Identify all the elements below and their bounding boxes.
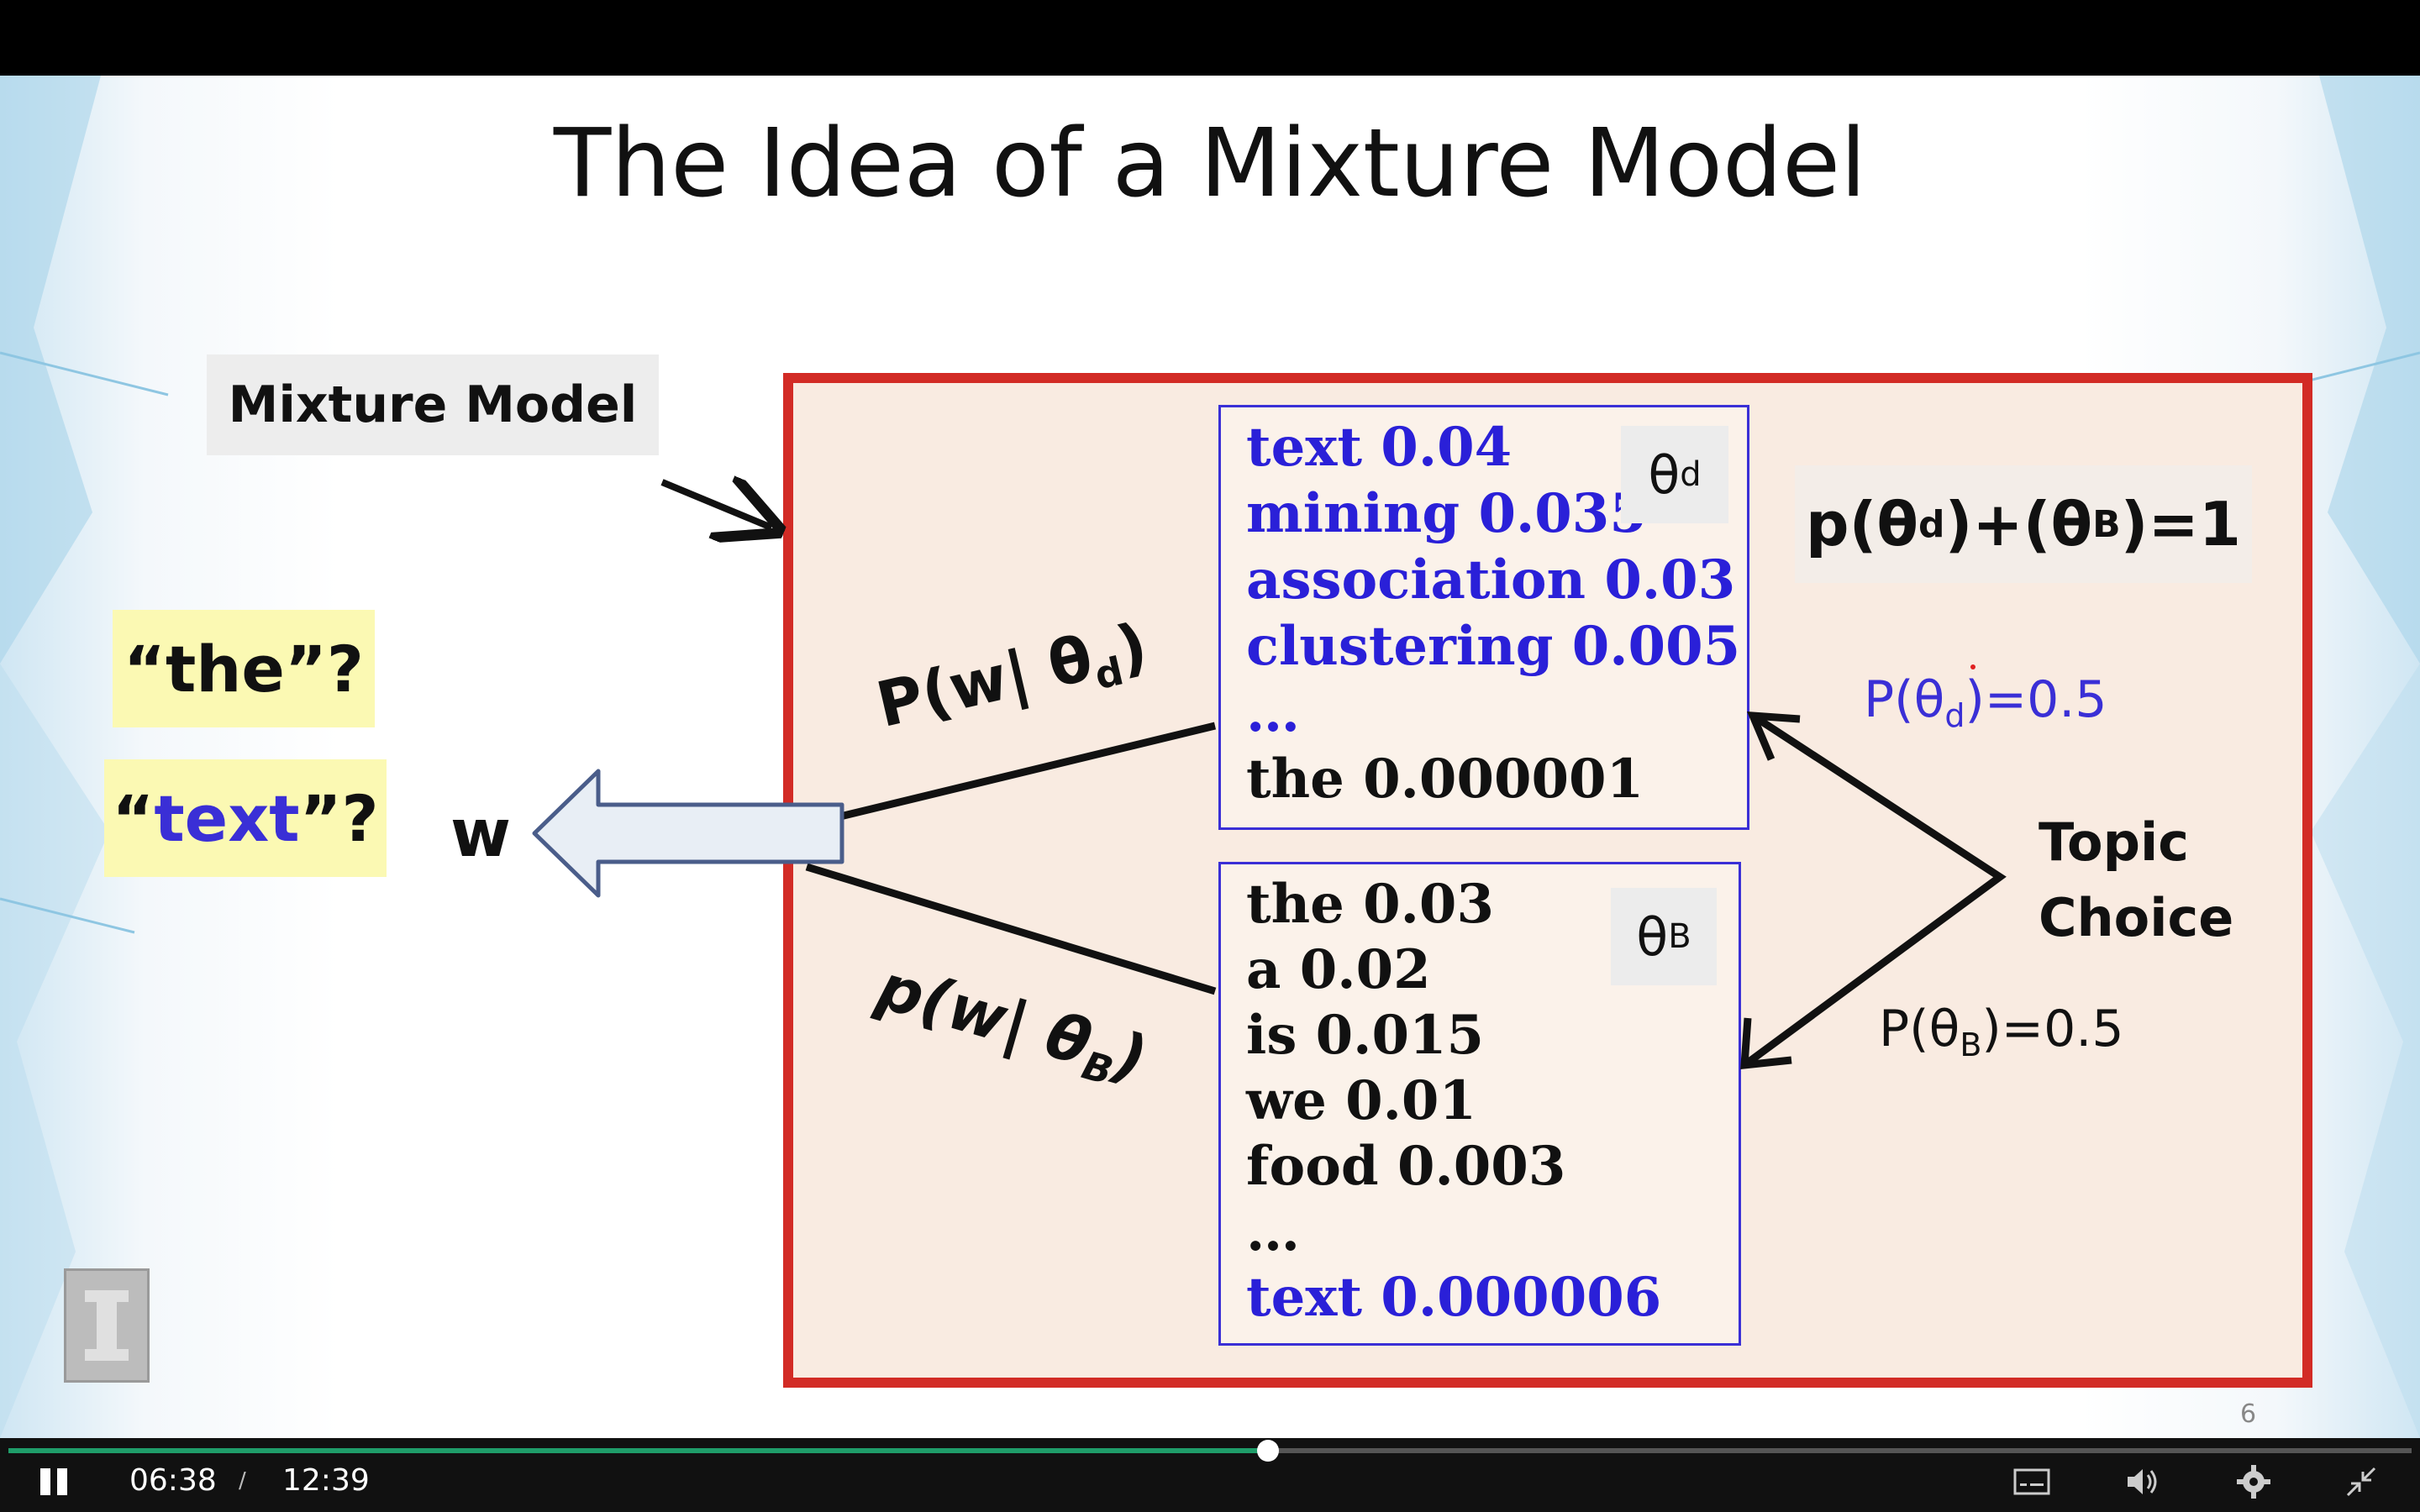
volume-button[interactable]: [2121, 1460, 2165, 1504]
top-letterbox: [0, 0, 2420, 76]
theta-d-distribution: text 0.04 mining 0.035 association 0.03 clu…: [1218, 405, 1749, 830]
volume-icon: [2128, 1469, 2157, 1494]
w-label: w: [450, 796, 512, 872]
theta-d-badge: θd: [1621, 426, 1728, 523]
topic-choice-label: Topic Choice: [2039, 811, 2234, 948]
theta-b-word-entry: is 0.015: [1246, 1004, 1485, 1067]
mixture-model-label: Mixture Model: [207, 354, 659, 455]
slide-title: The Idea of a Mixture Model: [553, 109, 1867, 218]
sum-constraint: p(θ d)+(θ B)=1: [1795, 465, 2252, 583]
progress-fill: [8, 1448, 1268, 1453]
progress-bar[interactable]: [8, 1440, 2412, 1462]
query-text: “text”?: [104, 759, 387, 877]
captions-button[interactable]: [2010, 1460, 2054, 1504]
exit-fullscreen-icon: [2346, 1467, 2376, 1497]
current-time: 06:38: [129, 1463, 217, 1498]
theta-b-badge: θB: [1611, 888, 1717, 985]
pause-icon: [40, 1468, 67, 1495]
prob-theta-b: P(θB)=0.5: [1879, 1000, 2124, 1063]
theta-b-word-entry: a 0.02: [1246, 938, 1431, 1001]
captions-icon: [2013, 1468, 2050, 1495]
theta-b-word-entry: text 0.000006: [1246, 1266, 1662, 1329]
left-decoration: [0, 76, 169, 1438]
theta-b-distribution: the 0.03 a 0.02 is 0.015 we 0.01 food 0.003……: [1218, 862, 1741, 1346]
pause-button[interactable]: [32, 1460, 76, 1504]
exit-fullscreen-button[interactable]: [2339, 1460, 2383, 1504]
theta-b-word-entry: the 0.03: [1246, 873, 1494, 936]
settings-button[interactable]: [2232, 1460, 2275, 1504]
theta-d-word-entry: …: [1246, 681, 1300, 744]
theta-d-word-entry: text 0.04: [1246, 416, 1512, 479]
progress-knob[interactable]: [1256, 1440, 1279, 1462]
query-the: “the”?: [113, 610, 375, 727]
theta-d-word-entry: clustering 0.005: [1246, 615, 1741, 678]
theta-b-word-entry: food 0.003: [1246, 1135, 1566, 1198]
theta-b-word-entry: we 0.01: [1246, 1069, 1476, 1132]
theta-b-word-entry: …: [1246, 1200, 1300, 1263]
slide-page-number: 6: [2240, 1399, 2257, 1429]
time-separator: /: [239, 1468, 246, 1494]
logo-i-glyph: [85, 1290, 129, 1361]
settings-icon: [2237, 1465, 2270, 1499]
duration: 12:39: [282, 1463, 370, 1498]
theta-d-word-entry: association 0.03: [1246, 549, 1736, 612]
theta-d-word-entry: mining 0.035: [1246, 482, 1647, 545]
prob-theta-d: P(θd)=0.5: [1864, 670, 2107, 734]
theta-d-word-entry: the 0.000001: [1246, 748, 1644, 811]
university-logo: [64, 1268, 150, 1383]
